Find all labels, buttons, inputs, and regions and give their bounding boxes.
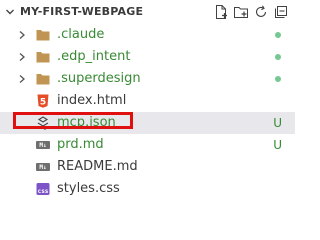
status-dot bbox=[275, 76, 281, 82]
status-dot bbox=[275, 32, 281, 38]
tree-item-styles-css[interactable]: css styles.css bbox=[0, 178, 295, 200]
git-status-untracked: U bbox=[273, 116, 282, 130]
tree-item-label: .claude bbox=[57, 27, 105, 42]
tree-item-label: mcp.json bbox=[57, 115, 116, 130]
css-icon-glyph: css bbox=[38, 188, 49, 195]
explorer-actions bbox=[213, 4, 289, 20]
status-dot bbox=[275, 54, 281, 60]
git-status-untracked: U bbox=[273, 138, 282, 152]
tree-item-readme-md[interactable]: M↓ README.md bbox=[0, 156, 295, 178]
tree-item-edp-intent-folder[interactable]: .edp_intent bbox=[0, 46, 295, 68]
workspace-title: MY-FIRST-WEBPAGE bbox=[20, 5, 144, 18]
css-file-icon: css bbox=[36, 183, 50, 195]
tree-item-label: prd.md bbox=[57, 137, 104, 152]
tree-item-index-html[interactable]: 5 index.html bbox=[0, 90, 295, 112]
new-folder-icon[interactable] bbox=[233, 4, 249, 20]
chevron-down-icon[interactable] bbox=[5, 7, 15, 17]
chevron-right-icon[interactable] bbox=[18, 74, 26, 84]
new-file-icon[interactable] bbox=[213, 4, 229, 20]
chevron-right-icon[interactable] bbox=[18, 30, 26, 40]
tree-item-label: index.html bbox=[57, 93, 127, 108]
markdown-file-icon: M↓ bbox=[36, 141, 50, 149]
folder-icon bbox=[36, 52, 50, 63]
chevron-right-icon[interactable] bbox=[18, 52, 26, 62]
tree-item-mcp-json[interactable]: mcp.json U bbox=[0, 112, 295, 134]
tree-item-prd-md[interactable]: M↓ prd.md U bbox=[0, 134, 295, 156]
folder-icon bbox=[36, 74, 50, 85]
tree-item-label: styles.css bbox=[57, 181, 120, 196]
tree-item-claude-folder[interactable]: .claude bbox=[0, 24, 295, 46]
tree-item-label: README.md bbox=[57, 159, 138, 174]
explorer-header[interactable]: MY-FIRST-WEBPAGE bbox=[0, 0, 295, 26]
markdown-icon-glyph: M↓ bbox=[39, 142, 46, 149]
tree-item-label: .edp_intent bbox=[57, 49, 131, 64]
tree-item-superdesign-folder[interactable]: .superdesign bbox=[0, 68, 295, 90]
folder-icon bbox=[36, 30, 50, 41]
html-file-icon: 5 bbox=[37, 94, 49, 108]
markdown-file-icon: M↓ bbox=[36, 163, 50, 171]
collapse-all-icon[interactable] bbox=[273, 4, 289, 20]
tree-item-label: .superdesign bbox=[57, 71, 141, 86]
markdown-icon-glyph: M↓ bbox=[39, 164, 46, 171]
explorer-panel: MY-FIRST-WEBPAGE .claude .edp_intent .su… bbox=[0, 0, 295, 207]
refresh-icon[interactable] bbox=[253, 4, 269, 20]
json-file-icon bbox=[37, 116, 49, 130]
html-icon-glyph: 5 bbox=[40, 97, 46, 107]
